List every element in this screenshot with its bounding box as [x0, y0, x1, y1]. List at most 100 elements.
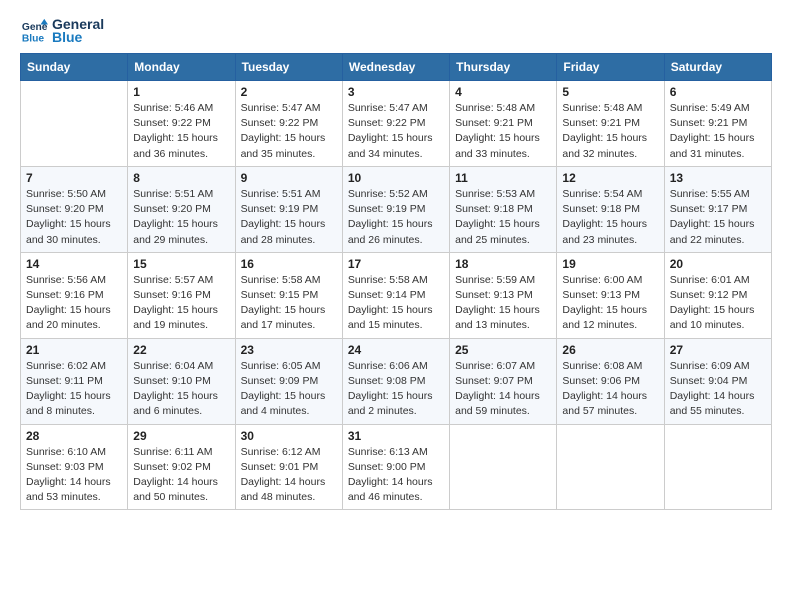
- calendar-header: SundayMondayTuesdayWednesdayThursdayFrid…: [21, 54, 772, 81]
- day-number: 12: [562, 171, 658, 185]
- weekday-header-row: SundayMondayTuesdayWednesdayThursdayFrid…: [21, 54, 772, 81]
- day-number: 15: [133, 257, 229, 271]
- day-info: Sunrise: 5:57 AMSunset: 9:16 PMDaylight:…: [133, 273, 229, 334]
- day-number: 22: [133, 343, 229, 357]
- day-info: Sunrise: 5:51 AMSunset: 9:20 PMDaylight:…: [133, 187, 229, 248]
- calendar-cell: 12 Sunrise: 5:54 AMSunset: 9:18 PMDayligh…: [557, 166, 664, 252]
- weekday-header-saturday: Saturday: [664, 54, 771, 81]
- day-number: 27: [670, 343, 766, 357]
- day-number: 4: [455, 85, 551, 99]
- calendar-week-row: 21 Sunrise: 6:02 AMSunset: 9:11 PMDayligh…: [21, 338, 772, 424]
- day-info: Sunrise: 5:46 AMSunset: 9:22 PMDaylight:…: [133, 101, 229, 162]
- day-number: 24: [348, 343, 444, 357]
- day-number: 23: [241, 343, 337, 357]
- logo-icon: General Blue: [20, 17, 48, 45]
- calendar-cell: 6Sunrise: 5:49 AMSunset: 9:21 PMDaylight…: [664, 81, 771, 167]
- weekday-header-thursday: Thursday: [450, 54, 557, 81]
- day-number: 20: [670, 257, 766, 271]
- day-info: Sunrise: 6:11 AMSunset: 9:02 PMDaylight:…: [133, 445, 229, 506]
- calendar-cell: 10 Sunrise: 5:52 AMSunset: 9:19 PMDayligh…: [342, 166, 449, 252]
- calendar-cell: 9 Sunrise: 5:51 AMSunset: 9:19 PMDaylight…: [235, 166, 342, 252]
- day-info: Sunrise: 5:51 AMSunset: 9:19 PMDaylight:…: [241, 187, 337, 248]
- calendar-cell: 25 Sunrise: 6:07 AMSunset: 9:07 PMDayligh…: [450, 338, 557, 424]
- calendar-cell: 8Sunrise: 5:51 AMSunset: 9:20 PMDaylight…: [128, 166, 235, 252]
- calendar-week-row: 1 Sunrise: 5:46 AMSunset: 9:22 PMDaylight…: [21, 81, 772, 167]
- day-number: 17: [348, 257, 444, 271]
- calendar-cell: 7Sunrise: 5:50 AMSunset: 9:20 PMDaylight…: [21, 166, 128, 252]
- day-number: 6: [670, 85, 766, 99]
- day-info: Sunrise: 6:01 AMSunset: 9:12 PMDaylight:…: [670, 273, 766, 334]
- calendar-cell: 26Sunrise: 6:08 AMSunset: 9:06 PMDayligh…: [557, 338, 664, 424]
- weekday-header-wednesday: Wednesday: [342, 54, 449, 81]
- day-info: Sunrise: 5:47 AMSunset: 9:22 PMDaylight:…: [241, 101, 337, 162]
- day-number: 28: [26, 429, 122, 443]
- calendar-week-row: 7Sunrise: 5:50 AMSunset: 9:20 PMDaylight…: [21, 166, 772, 252]
- day-number: 11: [455, 171, 551, 185]
- day-number: 21: [26, 343, 122, 357]
- day-number: 30: [241, 429, 337, 443]
- day-info: Sunrise: 5:48 AMSunset: 9:21 PMDaylight:…: [562, 101, 658, 162]
- calendar-cell: 5 Sunrise: 5:48 AMSunset: 9:21 PMDaylight…: [557, 81, 664, 167]
- weekday-header-tuesday: Tuesday: [235, 54, 342, 81]
- svg-text:Blue: Blue: [22, 33, 45, 44]
- calendar-cell: 22Sunrise: 6:04 AMSunset: 9:10 PMDayligh…: [128, 338, 235, 424]
- day-info: Sunrise: 6:02 AMSunset: 9:11 PMDaylight:…: [26, 359, 122, 420]
- calendar-cell: 11 Sunrise: 5:53 AMSunset: 9:18 PMDayligh…: [450, 166, 557, 252]
- calendar-cell: 18 Sunrise: 5:59 AMSunset: 9:13 PMDayligh…: [450, 252, 557, 338]
- day-number: 2: [241, 85, 337, 99]
- calendar-table: SundayMondayTuesdayWednesdayThursdayFrid…: [20, 53, 772, 510]
- day-info: Sunrise: 6:10 AMSunset: 9:03 PMDaylight:…: [26, 445, 122, 506]
- calendar-week-row: 28 Sunrise: 6:10 AMSunset: 9:03 PMDayligh…: [21, 424, 772, 510]
- calendar-cell: [21, 81, 128, 167]
- day-info: Sunrise: 6:09 AMSunset: 9:04 PMDaylight:…: [670, 359, 766, 420]
- weekday-header-sunday: Sunday: [21, 54, 128, 81]
- calendar-cell: 16Sunrise: 5:58 AMSunset: 9:15 PMDayligh…: [235, 252, 342, 338]
- page-header: General Blue General Blue: [20, 16, 772, 45]
- day-number: 29: [133, 429, 229, 443]
- day-number: 9: [241, 171, 337, 185]
- day-info: Sunrise: 5:47 AMSunset: 9:22 PMDaylight:…: [348, 101, 444, 162]
- day-info: Sunrise: 5:53 AMSunset: 9:18 PMDaylight:…: [455, 187, 551, 248]
- day-number: 1: [133, 85, 229, 99]
- day-number: 10: [348, 171, 444, 185]
- calendar-cell: 29 Sunrise: 6:11 AMSunset: 9:02 PMDayligh…: [128, 424, 235, 510]
- calendar-cell: [557, 424, 664, 510]
- day-info: Sunrise: 6:00 AMSunset: 9:13 PMDaylight:…: [562, 273, 658, 334]
- day-number: 19: [562, 257, 658, 271]
- day-info: Sunrise: 5:52 AMSunset: 9:19 PMDaylight:…: [348, 187, 444, 248]
- calendar-cell: 30 Sunrise: 6:12 AMSunset: 9:01 PMDayligh…: [235, 424, 342, 510]
- calendar-cell: 3 Sunrise: 5:47 AMSunset: 9:22 PMDaylight…: [342, 81, 449, 167]
- day-info: Sunrise: 6:07 AMSunset: 9:07 PMDaylight:…: [455, 359, 551, 420]
- day-info: Sunrise: 6:12 AMSunset: 9:01 PMDaylight:…: [241, 445, 337, 506]
- day-info: Sunrise: 5:54 AMSunset: 9:18 PMDaylight:…: [562, 187, 658, 248]
- weekday-header-friday: Friday: [557, 54, 664, 81]
- day-info: Sunrise: 6:06 AMSunset: 9:08 PMDaylight:…: [348, 359, 444, 420]
- weekday-header-monday: Monday: [128, 54, 235, 81]
- calendar-week-row: 14Sunrise: 5:56 AMSunset: 9:16 PMDayligh…: [21, 252, 772, 338]
- calendar-cell: 28 Sunrise: 6:10 AMSunset: 9:03 PMDayligh…: [21, 424, 128, 510]
- day-number: 3: [348, 85, 444, 99]
- day-number: 26: [562, 343, 658, 357]
- day-number: 18: [455, 257, 551, 271]
- day-number: 25: [455, 343, 551, 357]
- day-number: 16: [241, 257, 337, 271]
- day-info: Sunrise: 5:58 AMSunset: 9:14 PMDaylight:…: [348, 273, 444, 334]
- calendar-cell: 4 Sunrise: 5:48 AMSunset: 9:21 PMDaylight…: [450, 81, 557, 167]
- calendar-cell: 1 Sunrise: 5:46 AMSunset: 9:22 PMDaylight…: [128, 81, 235, 167]
- calendar-cell: 21 Sunrise: 6:02 AMSunset: 9:11 PMDayligh…: [21, 338, 128, 424]
- calendar-cell: 17 Sunrise: 5:58 AMSunset: 9:14 PMDayligh…: [342, 252, 449, 338]
- calendar-cell: 20 Sunrise: 6:01 AMSunset: 9:12 PMDayligh…: [664, 252, 771, 338]
- day-info: Sunrise: 5:59 AMSunset: 9:13 PMDaylight:…: [455, 273, 551, 334]
- day-info: Sunrise: 5:55 AMSunset: 9:17 PMDaylight:…: [670, 187, 766, 248]
- day-info: Sunrise: 6:13 AMSunset: 9:00 PMDaylight:…: [348, 445, 444, 506]
- calendar-cell: 14Sunrise: 5:56 AMSunset: 9:16 PMDayligh…: [21, 252, 128, 338]
- day-info: Sunrise: 5:48 AMSunset: 9:21 PMDaylight:…: [455, 101, 551, 162]
- day-info: Sunrise: 6:05 AMSunset: 9:09 PMDaylight:…: [241, 359, 337, 420]
- logo: General Blue General Blue: [20, 16, 104, 45]
- calendar-cell: 2 Sunrise: 5:47 AMSunset: 9:22 PMDaylight…: [235, 81, 342, 167]
- day-number: 5: [562, 85, 658, 99]
- calendar-cell: [450, 424, 557, 510]
- calendar-body: 1 Sunrise: 5:46 AMSunset: 9:22 PMDaylight…: [21, 81, 772, 510]
- calendar-cell: 27 Sunrise: 6:09 AMSunset: 9:04 PMDayligh…: [664, 338, 771, 424]
- calendar-cell: 24 Sunrise: 6:06 AMSunset: 9:08 PMDayligh…: [342, 338, 449, 424]
